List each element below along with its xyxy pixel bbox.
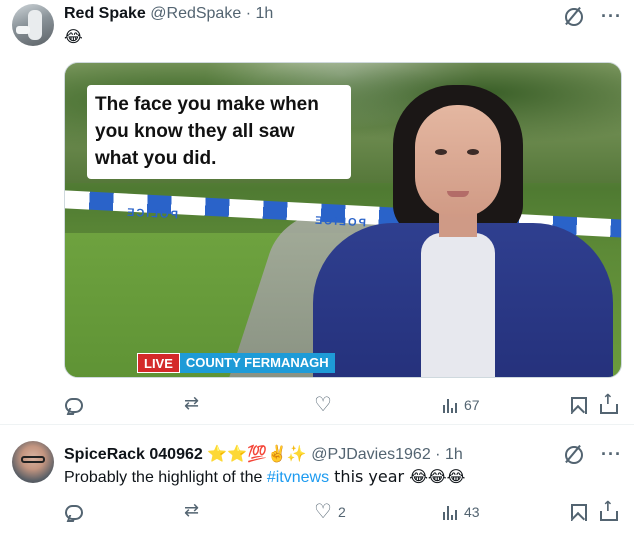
separator: ·	[245, 5, 252, 22]
tweet-text-part: this year 😂😂😂	[329, 467, 466, 486]
mouth	[447, 191, 469, 197]
eye	[435, 149, 447, 155]
reply-icon	[64, 503, 83, 521]
reply-icon	[64, 396, 83, 414]
reporter-shirt	[421, 233, 495, 377]
tweet-top-actions: ···	[563, 444, 622, 464]
display-name[interactable]: Red Spake	[64, 5, 146, 22]
tweet-text: Probably the highlight of the #itvnews t…	[64, 466, 465, 489]
views-button[interactable]: 67	[442, 394, 480, 416]
location-label: COUNTY FERMANAGH	[179, 353, 335, 373]
retweet-button[interactable]	[184, 500, 208, 523]
news-lower-third: LIVE COUNTY FERMANAGH	[137, 353, 335, 373]
share-icon	[598, 392, 618, 414]
tweet-header: SpiceRack 040962 ⭐⭐💯✌️✨ @PJDavies1962 · …	[64, 444, 463, 465]
share-icon	[598, 499, 618, 521]
tweet-header: Red Spake @RedSpake · 1h	[64, 4, 273, 24]
avatar[interactable]	[12, 4, 54, 46]
tweet-action-bar: 2 43	[64, 499, 622, 523]
views-icon	[442, 503, 458, 521]
more-icon[interactable]: ···	[601, 7, 622, 25]
views-icon	[442, 396, 458, 414]
views-count: 67	[464, 397, 480, 413]
tweet-spicerack[interactable]: SpiceRack 040962 ⭐⭐💯✌️✨ @PJDavies1962 · …	[0, 424, 634, 534]
tweet-text-part: Probably the highlight of the	[64, 469, 267, 486]
like-count: 2	[338, 504, 346, 520]
tweet-action-bar: 67	[64, 392, 622, 416]
bookmark-icon	[568, 396, 587, 414]
grok-icon[interactable]	[563, 6, 584, 26]
tweet-text: 😂	[64, 27, 83, 46]
bookmark-button[interactable]	[568, 501, 587, 523]
meme-caption: The face you make when you know they all…	[87, 85, 351, 179]
handle[interactable]: @RedSpake	[150, 5, 241, 22]
views-button[interactable]: 43	[442, 501, 480, 523]
display-name[interactable]: SpiceRack 040962	[64, 446, 203, 463]
avatar-car	[16, 26, 30, 34]
avatar[interactable]	[12, 441, 54, 483]
like-icon	[314, 499, 332, 523]
reporter-face	[415, 105, 501, 217]
reply-button[interactable]	[64, 394, 88, 416]
share-button[interactable]	[598, 392, 618, 416]
share-button[interactable]	[598, 499, 618, 523]
tweet-red-spake[interactable]: Red Spake @RedSpake · 1h ··· 😂 POLICE PO…	[0, 0, 634, 424]
eye	[467, 149, 479, 155]
police-tape-text: POLICE	[124, 206, 179, 222]
retweet-icon	[184, 500, 202, 521]
reply-button[interactable]	[64, 501, 88, 523]
bookmark-button[interactable]	[568, 394, 587, 416]
separator: ·	[435, 446, 441, 463]
like-icon	[314, 392, 332, 416]
name-emojis: ⭐⭐💯✌️✨	[207, 444, 307, 463]
like-button[interactable]	[314, 392, 338, 416]
live-badge: LIVE	[137, 353, 180, 373]
tweet-media-image[interactable]: POLICE POLICE The face you make when you…	[64, 62, 622, 378]
handle[interactable]: @PJDavies1962	[311, 446, 430, 463]
tweet-top-actions: ···	[563, 6, 622, 26]
grok-icon[interactable]	[563, 444, 584, 464]
avatar-glasses	[21, 456, 45, 463]
bookmark-icon	[568, 503, 587, 521]
more-icon[interactable]: ···	[601, 445, 622, 463]
avatar-figure	[28, 10, 42, 40]
retweet-button[interactable]	[184, 393, 208, 416]
timestamp[interactable]: 1h	[255, 5, 273, 22]
retweet-icon	[184, 393, 202, 414]
views-count: 43	[464, 504, 480, 520]
timestamp[interactable]: 1h	[445, 446, 463, 463]
hashtag-link[interactable]: #itvnews	[267, 469, 329, 486]
like-button[interactable]: 2	[314, 499, 346, 523]
